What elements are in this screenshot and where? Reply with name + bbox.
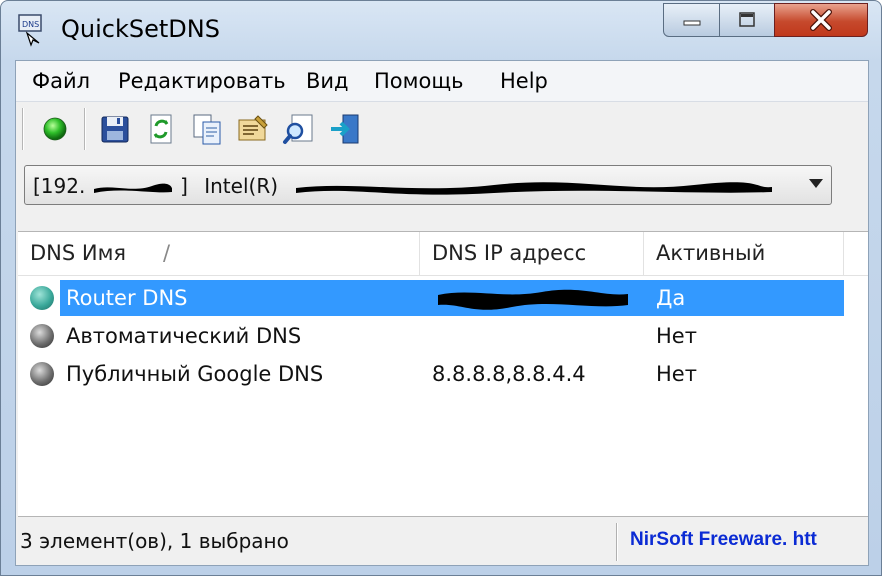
maximize-button[interactable] (719, 3, 775, 37)
svg-text:DNS: DNS (22, 20, 39, 29)
redaction-mark (296, 181, 773, 195)
column-dns-ip[interactable]: DNS IP адресс (420, 232, 644, 275)
column-label: DNS Имя (30, 241, 127, 265)
redaction-mark (438, 289, 628, 310)
dns-name-cell: Публичный Google DNS (66, 362, 324, 386)
column-active[interactable]: Активный (644, 232, 844, 275)
adapter-ip-suffix: ] (180, 174, 188, 198)
menu-help[interactable]: Help (500, 69, 548, 93)
gray-dot-icon (30, 362, 54, 386)
close-icon (810, 9, 832, 31)
maximize-icon (739, 12, 755, 27)
activate-dns-icon[interactable] (38, 112, 72, 146)
column-dns-name[interactable]: DNS Имя / (18, 232, 420, 275)
sort-indicator-icon: / (163, 241, 171, 265)
nirsoft-link[interactable]: NirSoft Freeware. htt (630, 529, 817, 551)
dns-ip-cell (420, 318, 644, 354)
dns-ip-cell (420, 280, 644, 316)
column-label: Активный (656, 241, 766, 265)
menu-help-ru[interactable]: Помощь (374, 69, 464, 93)
title-bar[interactable]: DNS QuickSetDNS (1, 1, 881, 59)
redaction-mark (93, 183, 172, 193)
save-icon[interactable] (98, 112, 132, 146)
exit-icon[interactable] (328, 112, 362, 146)
dns-name-cell: Router DNS (60, 280, 420, 316)
active-cell: Нет (656, 362, 697, 386)
table-row[interactable]: Автоматический DNS Нет (18, 318, 844, 354)
status-separator (616, 523, 617, 561)
list-header: DNS Имя / DNS IP адресс Активный (18, 232, 868, 276)
adapter-value: [192. ] Intel(R) (33, 174, 774, 198)
menu-bar: Файл Редактировать Вид Помощь Help (16, 61, 868, 102)
table-row[interactable]: Router DNS Да (18, 280, 844, 316)
copy-icon[interactable] (190, 112, 224, 146)
table-row[interactable]: Публичный Google DNS 8.8.8.8,8.8.4.4 Нет (18, 356, 844, 392)
chevron-down-icon[interactable] (809, 179, 823, 188)
find-icon[interactable] (282, 112, 316, 146)
status-count: 3 элемент(ов), 1 выбрано (20, 529, 289, 553)
adapter-ip-prefix: [192. (33, 174, 86, 198)
column-label: DNS IP адресс (432, 241, 587, 265)
minimize-button[interactable] (663, 3, 720, 37)
properties-icon[interactable] (236, 112, 270, 146)
window-title: QuickSetDNS (61, 15, 220, 43)
menu-edit[interactable]: Редактировать (118, 69, 286, 93)
dns-app-icon: DNS (18, 14, 42, 47)
toolbar (16, 102, 868, 156)
close-button[interactable] (774, 3, 868, 37)
gray-dot-icon (30, 324, 54, 348)
client-area: Файл Редактировать Вид Помощь Help [192.… (15, 60, 869, 566)
refresh-icon[interactable] (144, 112, 178, 146)
dns-ip-cell: 8.8.8.8,8.8.4.4 (432, 362, 586, 386)
adapter-dropdown[interactable]: [192. ] Intel(R) (24, 165, 832, 205)
dns-name-cell: Автоматический DNS (66, 324, 302, 348)
app-window: DNS QuickSetDNS Файл Редактировать Вид П… (0, 0, 882, 576)
status-bar: 3 элемент(ов), 1 выбрано NirSoft Freewar… (16, 519, 868, 565)
minimize-icon (683, 20, 700, 26)
toolbar-separator (84, 108, 85, 150)
active-cell: Да (644, 280, 844, 316)
menu-view[interactable]: Вид (306, 69, 349, 93)
adapter-name: Intel(R) (204, 174, 279, 198)
dns-list: DNS Имя / DNS IP адресс Активный Router … (18, 231, 868, 517)
green-dot-icon (30, 286, 54, 310)
active-cell: Нет (656, 324, 697, 348)
menu-file[interactable]: Файл (32, 69, 90, 93)
toolbar-grip (22, 108, 23, 150)
